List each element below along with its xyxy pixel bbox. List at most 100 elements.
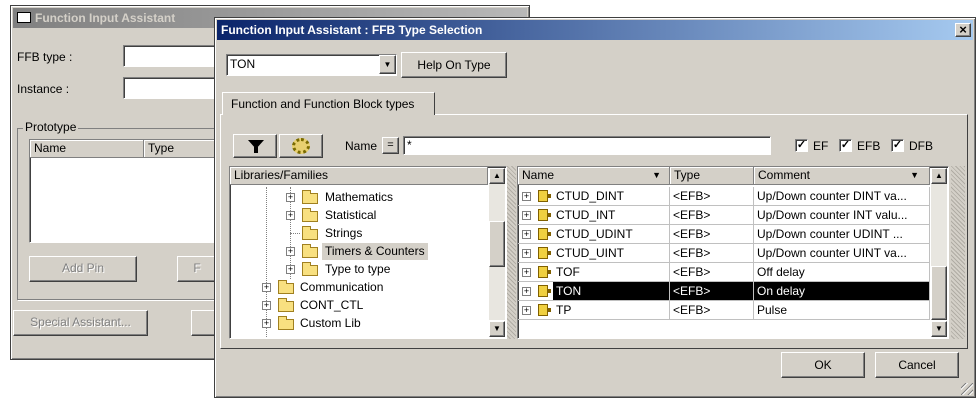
efb-checkbox[interactable]: ✓ xyxy=(839,139,852,152)
check-icon: ✓ xyxy=(840,139,851,151)
cell-type: <EFB> xyxy=(670,301,754,320)
expand-icon[interactable]: + xyxy=(522,268,531,277)
prototype-col-name[interactable]: Name xyxy=(30,140,144,158)
ok-button[interactable]: OK xyxy=(781,352,865,378)
front-window-titlebar[interactable]: Function Input Assistant : FFB Type Sele… xyxy=(217,20,973,40)
expand-icon[interactable]: + xyxy=(286,265,295,274)
remove-pin-button[interactable]: F xyxy=(177,256,217,282)
expand-icon[interactable]: + xyxy=(522,249,531,258)
table-scroll-down[interactable]: ▼ xyxy=(931,321,947,337)
expand-icon[interactable]: + xyxy=(286,211,295,220)
col-header-type[interactable]: Type xyxy=(670,167,754,185)
ffb-type-label: FFB type : xyxy=(17,50,73,64)
close-button[interactable]: × xyxy=(955,23,971,37)
libraries-tree[interactable]: Libraries/Families ▲ ▼ + Mathematics + S… xyxy=(229,166,507,339)
pane-splitter[interactable] xyxy=(507,166,516,339)
tree-item-label: Timers & Counters xyxy=(322,243,428,260)
right-splitter[interactable] xyxy=(951,166,965,339)
folder-icon xyxy=(278,298,294,312)
tab-function-block-types[interactable]: Function and Function Block types xyxy=(222,92,435,115)
expand-icon[interactable]: + xyxy=(286,193,295,202)
tree-branch-line xyxy=(290,233,300,234)
cell-name: + CTUD_DINT xyxy=(518,187,670,206)
instance-field[interactable] xyxy=(123,77,223,99)
cell-type: <EFB> xyxy=(670,282,754,301)
filter-button[interactable] xyxy=(233,134,277,158)
ffb-type-selection-dialog: Function Input Assistant : FFB Type Sele… xyxy=(214,17,976,398)
tree-item-mathematics[interactable]: + Mathematics xyxy=(230,188,506,207)
col-header-name[interactable]: Name ▼ xyxy=(518,167,670,185)
table-row[interactable]: + CTUD_INT <EFB> Up/Down counter INT val… xyxy=(518,206,948,225)
cell-comment: Off delay xyxy=(754,263,930,282)
efb-checkbox-label: EFB xyxy=(857,139,881,153)
cell-name: + CTUD_INT xyxy=(518,206,670,225)
cell-type: <EFB> xyxy=(670,206,754,225)
row-name: CTUD_UDINT xyxy=(556,227,633,241)
funnel-stem-icon xyxy=(254,147,258,153)
sort-down-icon: ▼ xyxy=(652,170,661,180)
row-name: TON xyxy=(553,282,669,300)
folder-icon xyxy=(302,244,318,258)
expand-icon[interactable]: + xyxy=(286,247,295,256)
cell-type: <EFB> xyxy=(670,225,754,244)
table-row[interactable]: + CTUD_DINT <EFB> Up/Down counter DINT v… xyxy=(518,187,948,206)
tree-item-label: Mathematics xyxy=(325,190,394,204)
expand-icon[interactable]: + xyxy=(522,192,531,201)
type-combo[interactable]: TON ▼ xyxy=(226,54,397,76)
row-name: CTUD_UINT xyxy=(556,246,624,260)
refresh-button[interactable] xyxy=(279,134,323,158)
tree-item-custom-lib[interactable]: + Custom Lib xyxy=(230,314,506,333)
col-header-comment[interactable]: Comment ▼ xyxy=(754,167,930,185)
tree-item-timers-counters[interactable]: + Timers & Counters xyxy=(230,242,506,261)
prototype-list[interactable]: Name Type xyxy=(29,139,220,243)
ef-checkbox-label: EF xyxy=(813,139,829,153)
check-icon: ✓ xyxy=(892,139,903,151)
col-header-comment-label: Comment xyxy=(758,168,811,182)
special-assistant-button[interactable]: Special Assistant... xyxy=(13,310,148,336)
folder-icon xyxy=(302,208,318,222)
expand-icon[interactable]: + xyxy=(522,287,531,296)
tree-item-communication[interactable]: + Communication xyxy=(230,278,506,297)
table-row-selected[interactable]: + TON <EFB> On delay xyxy=(518,282,948,301)
tree-item-statistical[interactable]: + Statistical xyxy=(230,206,506,225)
ffb-type-field[interactable] xyxy=(123,45,223,67)
cell-comment: On delay xyxy=(754,282,930,301)
dfb-checkbox[interactable]: ✓ xyxy=(891,139,904,152)
cancel-button[interactable]: Cancel xyxy=(875,352,959,378)
tree-item-type-to-type[interactable]: + Type to type xyxy=(230,260,506,279)
name-filter-input[interactable]: * xyxy=(403,136,771,155)
tree-item-label: Communication xyxy=(300,280,384,294)
expand-icon[interactable]: + xyxy=(262,319,271,328)
table-row[interactable]: + CTUD_UINT <EFB> Up/Down counter UINT v… xyxy=(518,244,948,263)
folder-icon xyxy=(278,280,294,294)
table-scroll-up[interactable]: ▲ xyxy=(931,168,947,184)
prototype-col-type[interactable]: Type xyxy=(144,140,220,158)
type-combo-dropdown[interactable]: ▼ xyxy=(379,55,396,74)
type-combo-value: TON xyxy=(230,57,256,71)
efb-block-icon xyxy=(538,285,551,297)
table-row[interactable]: + CTUD_UDINT <EFB> Up/Down counter UDINT… xyxy=(518,225,948,244)
expand-icon[interactable]: + xyxy=(522,211,531,220)
ef-checkbox[interactable]: ✓ xyxy=(795,139,808,152)
cell-comment: Up/Down counter DINT va... xyxy=(754,187,930,206)
tree-header[interactable]: Libraries/Families xyxy=(230,167,488,185)
expand-icon[interactable]: + xyxy=(522,306,531,315)
cell-name: + TP xyxy=(518,301,670,320)
blocks-table[interactable]: Name ▼ Type Comment ▼ ▲ ▼ + CTUD_DINT <E… xyxy=(517,166,949,339)
add-pin-button[interactable]: Add Pin xyxy=(29,256,137,282)
sort-down-icon: ▼ xyxy=(910,170,919,180)
table-row[interactable]: + TP <EFB> Pulse xyxy=(518,301,948,320)
back-window-title: Function Input Assistant xyxy=(35,11,176,25)
expand-icon[interactable]: + xyxy=(522,230,531,239)
help-on-type-button[interactable]: Help On Type xyxy=(401,52,507,78)
instance-label: Instance : xyxy=(17,82,70,96)
arrow-down-icon: ▼ xyxy=(935,324,943,333)
expand-icon[interactable]: + xyxy=(262,283,271,292)
equals-button[interactable]: = xyxy=(382,137,399,154)
expand-icon[interactable]: + xyxy=(262,301,271,310)
table-row[interactable]: + TOF <EFB> Off delay xyxy=(518,263,948,282)
tree-item-cont-ctl[interactable]: + CONT_CTL xyxy=(230,296,506,315)
tree-scroll-up[interactable]: ▲ xyxy=(489,168,505,184)
tree-item-strings[interactable]: Strings xyxy=(230,224,506,243)
resize-grip-icon[interactable] xyxy=(961,383,973,395)
